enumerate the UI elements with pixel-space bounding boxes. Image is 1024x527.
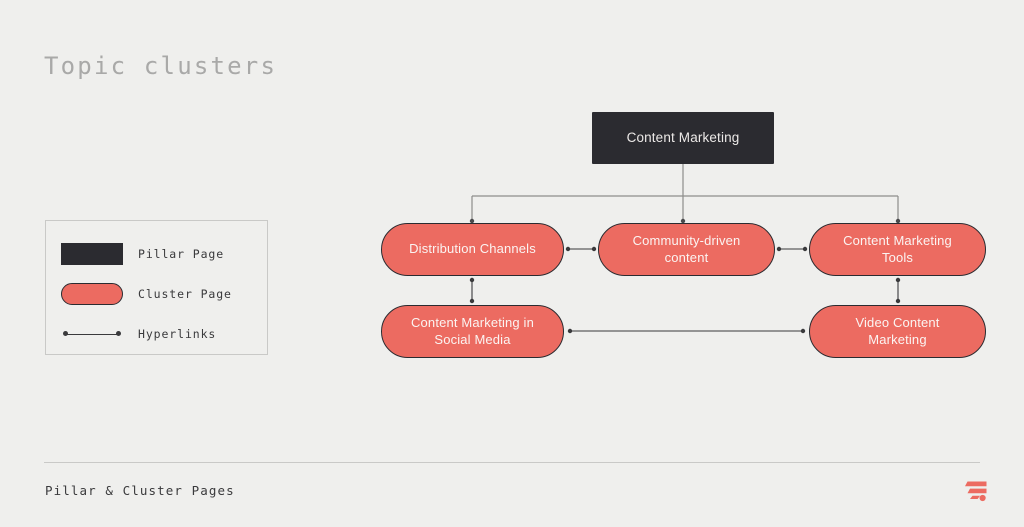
node-content-marketing[interactable]: Content Marketing (592, 112, 774, 164)
page-title: Topic clusters (44, 52, 278, 80)
cluster-swatch (61, 283, 123, 305)
node-video-content-marketing[interactable]: Video Content Marketing (809, 305, 986, 358)
pillar-swatch (61, 243, 123, 265)
node-content-marketing-tools[interactable]: Content Marketing Tools (809, 223, 986, 276)
legend-item-cluster-page: Cluster Page (46, 279, 267, 309)
legend-label-hyperlinks: Hyperlinks (138, 327, 217, 341)
node-label: Community-driven content (632, 232, 741, 265)
legend-item-hyperlinks: Hyperlinks (46, 319, 267, 349)
hyperlink-dot-right (116, 331, 121, 336)
brand-logo-icon (965, 481, 987, 502)
hyperlink-swatch (61, 329, 123, 339)
node-label: Video Content Marketing (855, 314, 940, 347)
node-label: Content Marketing (626, 130, 740, 146)
legend-label-cluster: Cluster Page (138, 287, 232, 301)
node-label: Content Marketing Tools (843, 232, 952, 265)
legend-label-pillar: Pillar Page (138, 247, 225, 261)
legend-item-pillar-page: Pillar Page (46, 239, 267, 269)
legend-box: Pillar Page Cluster Page Hyperlinks (45, 220, 268, 355)
pillar-swatch-wrap (46, 243, 138, 265)
footer-divider (44, 462, 980, 463)
node-label: Distribution Channels (409, 241, 536, 257)
slide-canvas: Topic clusters Pillar Page Cluster Page (0, 0, 1024, 527)
node-distribution-channels[interactable]: Distribution Channels (381, 223, 564, 276)
hyperlink-swatch-wrap (46, 329, 138, 339)
footer-label: Pillar & Cluster Pages (45, 483, 235, 498)
node-community-driven-content[interactable]: Community-driven content (598, 223, 775, 276)
hyperlink-line (65, 333, 119, 335)
node-content-marketing-in-social-media[interactable]: Content Marketing in Social Media (381, 305, 564, 358)
cluster-swatch-wrap (46, 283, 138, 305)
node-label: Content Marketing in Social Media (411, 314, 534, 347)
